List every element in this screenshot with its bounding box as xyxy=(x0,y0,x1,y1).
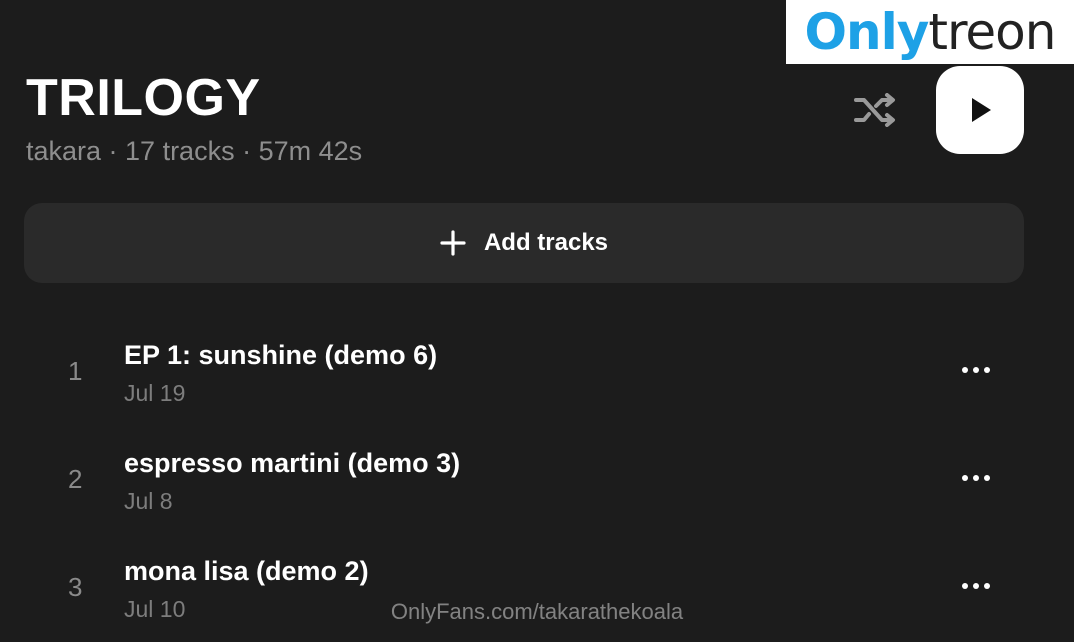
more-options-button[interactable] xyxy=(954,360,998,380)
more-dot xyxy=(984,367,990,373)
shuffle-button[interactable] xyxy=(852,90,900,130)
play-icon xyxy=(972,98,991,122)
track-title: espresso martini (demo 3) xyxy=(124,448,461,478)
watermark-logo: Onlytreon xyxy=(786,0,1074,64)
track-date: Jul 8 xyxy=(124,488,173,514)
add-tracks-label: Add tracks xyxy=(483,229,609,256)
add-tracks-button[interactable]: Add tracks xyxy=(24,203,1024,283)
more-options-button[interactable] xyxy=(954,468,998,488)
more-dot xyxy=(984,475,990,481)
more-dots-icon xyxy=(962,583,968,589)
more-dots-icon xyxy=(962,475,968,481)
more-dot xyxy=(973,367,979,373)
logo-part-only: Only xyxy=(804,3,930,61)
play-button[interactable] xyxy=(936,66,1024,154)
logo-text: Onlytreon xyxy=(805,7,1057,57)
logo-part-treon: treon xyxy=(928,3,1056,61)
more-options-button[interactable] xyxy=(954,576,998,596)
track-number: 1 xyxy=(68,356,83,386)
plus-icon xyxy=(440,230,466,256)
shuffle-icon xyxy=(854,93,895,127)
playlist-title: TRILOGY xyxy=(26,69,261,127)
more-dot xyxy=(973,583,979,589)
playlist-meta: takara · 17 tracks · 57m 42s xyxy=(26,136,363,166)
track-title: mona lisa (demo 2) xyxy=(124,556,369,586)
track-number: 2 xyxy=(68,464,83,494)
track-row[interactable]: 2 espresso martini (demo 3) Jul 8 xyxy=(24,434,1024,534)
more-dot xyxy=(984,583,990,589)
track-date: Jul 19 xyxy=(124,380,186,406)
watermark-text: OnlyFans.com/takarathekoala xyxy=(390,599,684,624)
track-title: EP 1: sunshine (demo 6) xyxy=(124,340,438,370)
more-dots-icon xyxy=(962,367,968,373)
track-row[interactable]: 3 mona lisa (demo 2) Jul 10 xyxy=(24,542,1024,642)
more-dot xyxy=(973,475,979,481)
track-row[interactable]: 1 EP 1: sunshine (demo 6) Jul 19 xyxy=(24,326,1024,426)
